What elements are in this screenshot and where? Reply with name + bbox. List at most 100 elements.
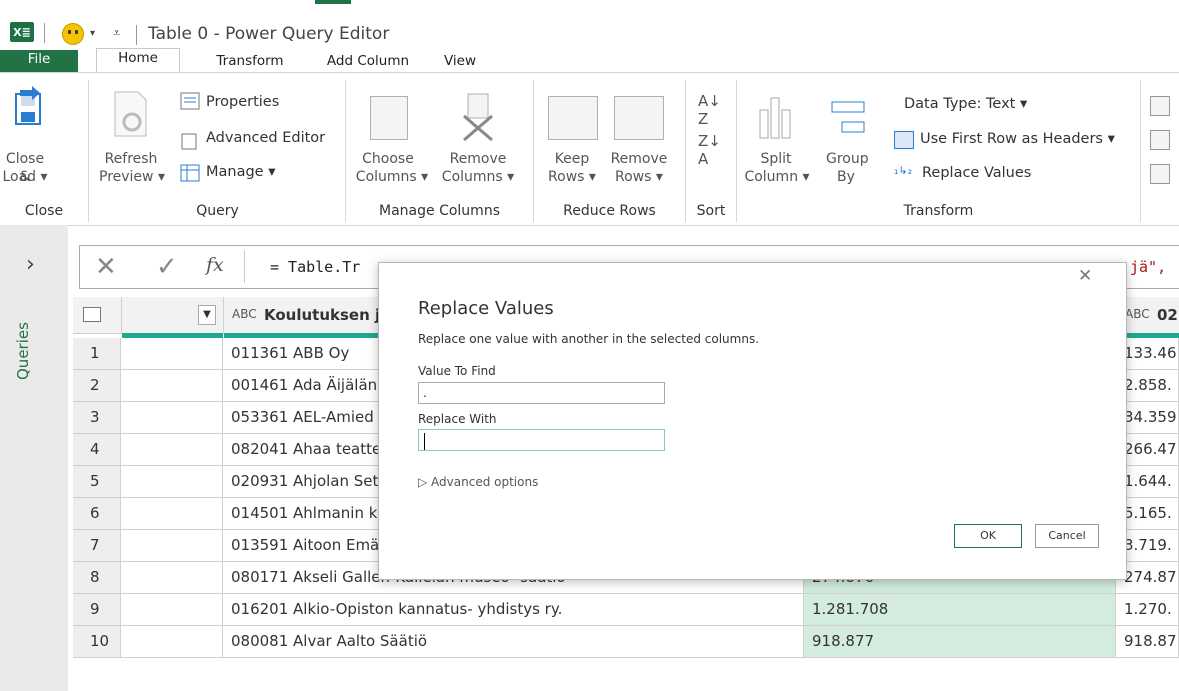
use-first-row-headers-button[interactable]: Use First Row as Headers ▾ bbox=[920, 131, 1115, 147]
advanced-editor-icon[interactable] bbox=[180, 132, 200, 150]
choose-columns-label[interactable]: Choose bbox=[352, 150, 424, 168]
value-cell[interactable]: 918.877 bbox=[804, 626, 1116, 657]
close-dialog-icon[interactable]: ✕ bbox=[1078, 266, 1092, 286]
value-cell-02[interactable]: 1.270. bbox=[1116, 594, 1179, 625]
remove-columns-icon[interactable] bbox=[458, 92, 498, 142]
replace-values-icon[interactable]: ₁↳₂ bbox=[894, 164, 912, 177]
group-separator bbox=[345, 80, 346, 222]
queries-label[interactable]: Queries bbox=[14, 322, 32, 380]
tab-view[interactable]: View bbox=[430, 52, 490, 72]
blank-cell[interactable] bbox=[121, 338, 223, 369]
row-number[interactable]: 10 bbox=[73, 626, 121, 657]
blank-cell[interactable] bbox=[121, 530, 223, 561]
confirm-formula-icon[interactable]: ✓ bbox=[156, 252, 178, 282]
row-number[interactable]: 7 bbox=[73, 530, 121, 561]
cancel-button[interactable]: Cancel bbox=[1035, 524, 1099, 548]
quick-access-customize-icon[interactable]: ⩡ bbox=[113, 26, 120, 41]
row-number[interactable]: 6 bbox=[73, 498, 121, 529]
row-number[interactable]: 4 bbox=[73, 434, 121, 465]
row-number[interactable]: 3 bbox=[73, 402, 121, 433]
blank-cell[interactable] bbox=[121, 370, 223, 401]
remove-rows-label-2[interactable]: Rows ▾ bbox=[604, 168, 674, 186]
name-cell[interactable]: 016201 Alkio-Opiston kannatus- yhdistys … bbox=[223, 594, 804, 625]
group-by-label[interactable]: Group bbox=[826, 150, 869, 168]
row-number[interactable]: 8 bbox=[73, 562, 121, 593]
table-row[interactable]: 10 080081 Alvar Aalto Säätiö 918.877 918.87 bbox=[73, 626, 1179, 658]
tab-add-column[interactable]: Add Column bbox=[318, 52, 418, 72]
replace-values-button[interactable]: Replace Values bbox=[922, 165, 1031, 181]
tab-file[interactable]: File bbox=[0, 50, 78, 72]
dialog-title: Replace Values bbox=[418, 298, 554, 319]
table-menu-header[interactable] bbox=[73, 297, 122, 334]
manage-button[interactable]: Manage ▾ bbox=[206, 164, 275, 180]
first-row-headers-icon[interactable] bbox=[894, 131, 914, 149]
group-by-label-2[interactable]: By bbox=[826, 168, 866, 186]
cancel-formula-icon[interactable]: ✕ bbox=[95, 252, 117, 282]
blank-cell[interactable] bbox=[121, 498, 223, 529]
value-cell[interactable]: 1.281.708 bbox=[804, 594, 1116, 625]
properties-button[interactable]: Properties bbox=[206, 94, 279, 110]
refresh-label[interactable]: Refresh bbox=[96, 150, 166, 168]
blank-column-header[interactable]: ▼ bbox=[122, 297, 224, 334]
ribbon-overflow-icon[interactable] bbox=[1150, 96, 1170, 116]
blank-cell[interactable] bbox=[121, 402, 223, 433]
keep-rows-label-2[interactable]: Rows ▾ bbox=[540, 168, 604, 186]
remove-columns-label-2[interactable]: Columns ▾ bbox=[436, 168, 520, 186]
advanced-options-toggle[interactable]: ▷ Advanced options bbox=[418, 475, 538, 489]
split-column-label[interactable]: Split bbox=[748, 150, 804, 168]
split-column-icon[interactable] bbox=[758, 96, 792, 140]
name-cell[interactable]: 080081 Alvar Aalto Säätiö bbox=[223, 626, 804, 657]
text-type-icon[interactable]: ABC bbox=[1125, 307, 1150, 321]
sort-ascending-icon[interactable]: A↓ Z bbox=[698, 92, 721, 128]
data-type-dropdown[interactable]: Data Type: Text ▾ bbox=[904, 96, 1027, 112]
table-icon[interactable] bbox=[83, 307, 101, 322]
row-number[interactable]: 5 bbox=[73, 466, 121, 497]
blank-cell[interactable] bbox=[121, 594, 223, 625]
remove-rows-icon[interactable] bbox=[614, 96, 664, 140]
expand-queries-chevron-icon[interactable]: › bbox=[26, 252, 35, 277]
blank-cell[interactable] bbox=[121, 466, 223, 497]
blank-cell[interactable] bbox=[121, 562, 223, 593]
formula-text-tail[interactable]: jä", bbox=[1130, 258, 1166, 276]
row-number[interactable]: 9 bbox=[73, 594, 121, 625]
text-type-icon[interactable]: ABC bbox=[232, 307, 257, 321]
sort-descending-icon[interactable]: Z↓ A bbox=[698, 132, 721, 168]
manage-icon[interactable] bbox=[180, 164, 200, 182]
filter-dropdown-icon[interactable]: ▼ bbox=[198, 305, 216, 325]
close-load-icon[interactable] bbox=[12, 84, 42, 142]
tab-home[interactable]: Home bbox=[96, 48, 180, 75]
refresh-icon[interactable] bbox=[110, 90, 150, 140]
ribbon-overflow-icon-3[interactable] bbox=[1150, 164, 1170, 184]
group-by-icon[interactable] bbox=[830, 100, 866, 136]
group-label-reduce-rows: Reduce Rows bbox=[563, 203, 656, 219]
properties-icon[interactable] bbox=[180, 92, 200, 110]
group-separator bbox=[685, 80, 686, 222]
blank-cell[interactable] bbox=[121, 434, 223, 465]
refresh-label-2[interactable]: Preview ▾ bbox=[96, 168, 168, 186]
blank-cell[interactable] bbox=[121, 626, 223, 657]
fx-icon: fx bbox=[206, 254, 224, 276]
keep-rows-icon[interactable] bbox=[548, 96, 598, 140]
value-cell-02[interactable]: 918.87 bbox=[1116, 626, 1179, 657]
choose-columns-icon[interactable] bbox=[370, 96, 408, 140]
keep-rows-label[interactable]: Keep bbox=[540, 150, 604, 168]
ok-button[interactable]: OK bbox=[954, 524, 1022, 548]
advanced-editor-button[interactable]: Advanced Editor bbox=[206, 130, 325, 146]
column-header-label: 02 bbox=[1157, 306, 1178, 324]
ribbon-overflow-icon-2[interactable] bbox=[1150, 130, 1170, 150]
row-number[interactable]: 2 bbox=[73, 370, 121, 401]
feedback-smiley-icon[interactable] bbox=[62, 23, 84, 45]
formula-text[interactable]: = Table.Tr bbox=[270, 258, 360, 276]
tab-transform[interactable]: Transform bbox=[210, 52, 290, 72]
active-tab-indicator bbox=[315, 0, 351, 4]
replace-with-input[interactable] bbox=[418, 429, 665, 451]
smiley-dropdown-icon[interactable]: ▾ bbox=[90, 28, 95, 39]
row-number[interactable]: 1 bbox=[73, 338, 121, 369]
value-to-find-input[interactable]: . bbox=[418, 382, 665, 404]
choose-columns-label-2[interactable]: Columns ▾ bbox=[352, 168, 432, 186]
close-load-label-2[interactable]: Load ▾ bbox=[0, 168, 50, 186]
table-row[interactable]: 9 016201 Alkio-Opiston kannatus- yhdistys… bbox=[73, 594, 1179, 626]
remove-columns-label[interactable]: Remove bbox=[440, 150, 516, 168]
split-column-label-2[interactable]: Column ▾ bbox=[744, 168, 810, 186]
remove-rows-label[interactable]: Remove bbox=[604, 150, 674, 168]
